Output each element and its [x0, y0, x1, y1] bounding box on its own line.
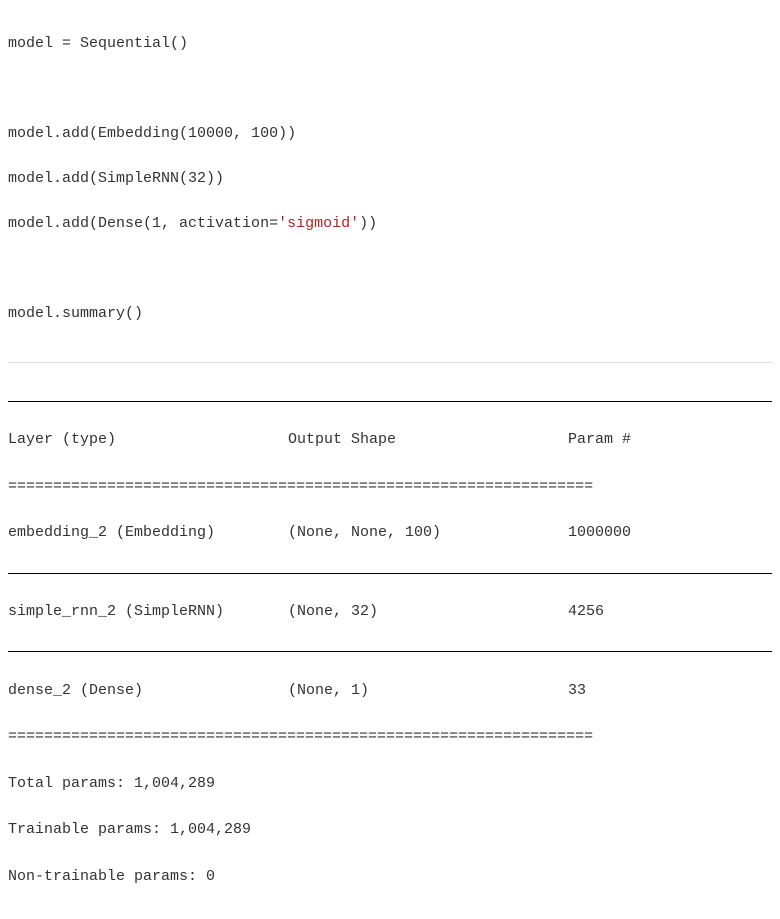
- code-line: model.add(SimpleRNN(32)): [8, 168, 772, 191]
- code-line: model = Sequential(): [8, 33, 772, 56]
- summary-trainable: Trainable params: 1,004,289: [8, 818, 772, 841]
- header-shape: Output Shape: [288, 428, 568, 451]
- code-block: model = Sequential() model.add(Embedding…: [8, 8, 772, 362]
- summary-row: simple_rnn_2 (SimpleRNN) (None, 32) 4256: [8, 600, 772, 623]
- underscore-rule: [8, 397, 772, 402]
- header-params: Param #: [568, 428, 768, 451]
- summary-nontrainable: Non-trainable params: 0: [8, 865, 772, 888]
- underscore-rule: [8, 647, 772, 652]
- code-line: model.add(Dense(1, activation='sigmoid')…: [8, 213, 772, 236]
- equals-rule: ========================================…: [8, 475, 772, 498]
- code-blank: [8, 258, 772, 281]
- code-line: model.add(Embedding(10000, 100)): [8, 123, 772, 146]
- underscore-rule: [8, 569, 772, 574]
- summary-total: Total params: 1,004,289: [8, 772, 772, 795]
- row-layer: simple_rnn_2 (SimpleRNN): [8, 600, 288, 623]
- string-literal: 'sigmoid': [278, 215, 359, 232]
- code-blank: [8, 78, 772, 101]
- summary-header: Layer (type) Output Shape Param #: [8, 428, 772, 451]
- row-shape: (None, None, 100): [288, 521, 568, 544]
- row-shape: (None, 1): [288, 679, 568, 702]
- code-line: model.summary(): [8, 303, 772, 326]
- row-params: 33: [568, 679, 768, 702]
- equals-rule: ========================================…: [8, 725, 772, 748]
- output-block: Layer (type) Output Shape Param # ======…: [8, 367, 772, 912]
- cell-separator: [8, 362, 772, 363]
- summary-row: dense_2 (Dense) (None, 1) 33: [8, 679, 772, 702]
- row-layer: embedding_2 (Embedding): [8, 521, 288, 544]
- row-params: 1000000: [568, 521, 768, 544]
- code-token: model = Sequential(): [8, 35, 188, 52]
- row-shape: (None, 32): [288, 600, 568, 623]
- summary-row: embedding_2 (Embedding) (None, None, 100…: [8, 521, 772, 544]
- row-layer: dense_2 (Dense): [8, 679, 288, 702]
- row-params: 4256: [568, 600, 768, 623]
- header-layer: Layer (type): [8, 428, 288, 451]
